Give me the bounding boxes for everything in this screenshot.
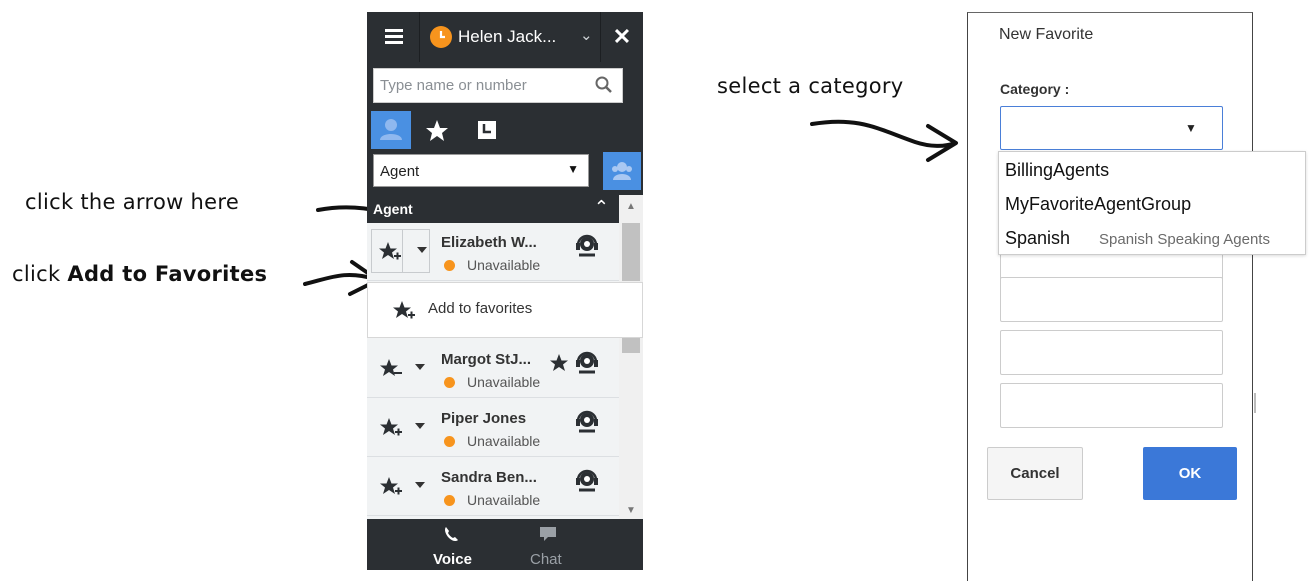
headset-icon[interactable] xyxy=(574,468,600,499)
contact-status: Unavailable xyxy=(467,433,541,449)
scroll-up-arrow[interactable]: ▲ xyxy=(626,201,636,212)
scroll-down-arrow[interactable]: ▼ xyxy=(626,505,636,516)
row-menu-arrow[interactable] xyxy=(415,364,425,370)
user-status-button[interactable]: Helen Jack... ⌄ xyxy=(420,12,600,62)
tab-voice[interactable]: Voice xyxy=(433,551,472,568)
ok-button[interactable]: OK xyxy=(1143,447,1237,500)
category-option[interactable]: MyFavoriteAgentGroup xyxy=(1005,194,1191,215)
search-input[interactable]: Type name or number xyxy=(373,68,623,103)
headset-icon[interactable] xyxy=(574,350,600,381)
headset-icon[interactable] xyxy=(574,233,600,264)
tab-chat[interactable]: Chat xyxy=(530,551,562,568)
contact-name: Elizabeth W... xyxy=(441,234,537,251)
bottom-tabs: Voice Chat xyxy=(367,519,643,570)
search-icon[interactable] xyxy=(594,75,614,100)
star-add-icon[interactable] xyxy=(378,240,402,269)
star-add-icon[interactable] xyxy=(379,475,403,504)
phone-icon xyxy=(442,525,460,548)
contact-row[interactable]: Piper Jones Unavailable xyxy=(367,399,619,457)
contact-name: Sandra Ben... xyxy=(441,469,537,486)
star-add-icon xyxy=(392,299,416,328)
star-add-icon[interactable] xyxy=(379,416,403,445)
edge-divider xyxy=(1254,393,1256,413)
filter-select[interactable]: Agent ▼ xyxy=(373,154,589,187)
chevron-down-icon: ▼ xyxy=(1185,121,1197,135)
status-icon xyxy=(444,260,455,271)
dialog-title: New Favorite xyxy=(999,26,1094,43)
chevron-down-icon: ▼ xyxy=(567,162,579,176)
tab-favorites[interactable] xyxy=(417,111,457,149)
contact-row[interactable]: Elizabeth W... Unavailable xyxy=(367,223,619,281)
top-bar: Helen Jack... ⌄ ✕ xyxy=(367,12,643,62)
contact-name: Piper Jones xyxy=(441,410,527,427)
dialog-field[interactable] xyxy=(1000,330,1223,375)
search-placeholder: Type name or number xyxy=(380,77,527,94)
filter-select-value: Agent xyxy=(380,163,420,180)
scrollbar-thumb[interactable] xyxy=(622,223,640,281)
close-icon: ✕ xyxy=(612,24,632,49)
chevron-down-icon: ⌄ xyxy=(580,27,593,44)
status-icon xyxy=(444,436,455,447)
category-select[interactable]: ▼ xyxy=(1000,106,1223,150)
category-option[interactable]: Spanish xyxy=(1005,228,1070,249)
team-icon xyxy=(380,119,402,140)
group-header[interactable]: Agent ⌃ xyxy=(367,195,619,223)
tab-recent[interactable] xyxy=(467,111,507,149)
new-favorite-dialog: New Favorite Category : ▼ Cancel OK xyxy=(967,12,1253,581)
close-button[interactable]: ✕ xyxy=(601,12,643,62)
row-context-menu: Add to favorites xyxy=(367,282,643,338)
scrollbar[interactable]: ▲ ▼ xyxy=(619,195,643,519)
contact-list: Elizabeth W... Unavailable Margot StJ...… xyxy=(367,223,619,519)
team-communicator-panel: Helen Jack... ⌄ ✕ Type name or number Ag… xyxy=(367,12,643,570)
chevron-up-icon: ⌃ xyxy=(593,197,609,217)
group-title: Agent xyxy=(373,201,413,217)
chat-icon xyxy=(539,526,557,547)
category-dropdown-list: BillingAgents MyFavoriteAgentGroup Spani… xyxy=(998,151,1306,255)
contact-name: Margot StJ... xyxy=(441,351,532,368)
row-menu-arrow[interactable] xyxy=(415,482,425,488)
add-to-favorites-item[interactable]: Add to favorites xyxy=(428,300,532,317)
status-icon xyxy=(430,26,452,48)
contact-row[interactable]: Sandra Ben... Unavailable xyxy=(367,458,619,516)
cancel-button[interactable]: Cancel xyxy=(987,447,1083,500)
row-menu-arrow[interactable] xyxy=(415,423,425,429)
star-remove-icon[interactable] xyxy=(379,357,403,386)
tab-team[interactable] xyxy=(371,111,411,149)
contact-status: Unavailable xyxy=(467,374,541,390)
history-icon xyxy=(478,121,496,139)
category-option[interactable]: BillingAgents xyxy=(1005,160,1109,181)
contact-status: Unavailable xyxy=(467,257,541,273)
user-name: Helen Jack... xyxy=(458,27,557,46)
menu-button[interactable] xyxy=(367,12,419,62)
team-communicator-icon xyxy=(612,162,632,180)
status-icon xyxy=(444,495,455,506)
category-label: Category : xyxy=(1000,81,1070,97)
category-option-description: Spanish Speaking Agents xyxy=(1099,231,1270,248)
dialog-field[interactable] xyxy=(1000,383,1223,428)
favorite-star-icon xyxy=(549,353,569,378)
headset-icon[interactable] xyxy=(574,409,600,440)
contact-status: Unavailable xyxy=(467,492,541,508)
row-menu-arrow[interactable] xyxy=(417,247,427,253)
status-icon xyxy=(444,377,455,388)
star-icon xyxy=(426,120,448,141)
team-communicator-button[interactable] xyxy=(603,152,641,190)
dialog-field[interactable] xyxy=(1000,277,1223,322)
contact-row[interactable]: Margot StJ... Unavailable xyxy=(367,340,619,398)
